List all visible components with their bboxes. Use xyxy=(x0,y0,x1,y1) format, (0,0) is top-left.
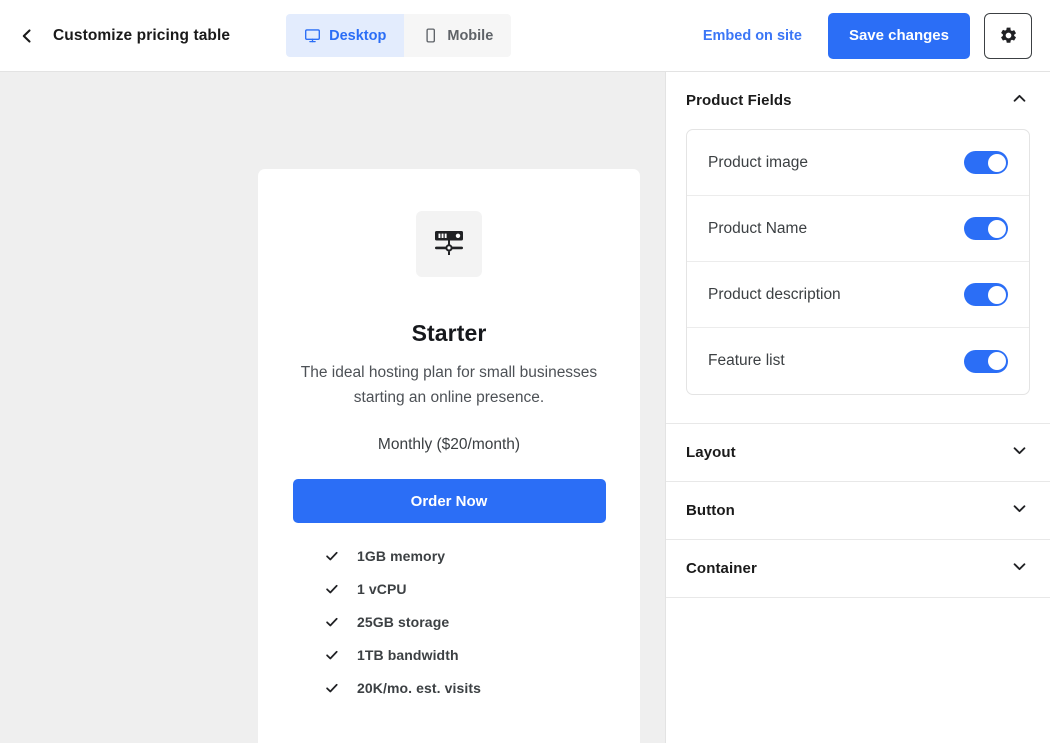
save-changes-button[interactable]: Save changes xyxy=(827,12,970,59)
gear-icon xyxy=(999,26,1018,45)
chevron-down-icon[interactable] xyxy=(1011,500,1028,522)
section-button: Button xyxy=(666,482,1050,540)
check-icon xyxy=(325,681,339,695)
feature-label: 1TB bandwidth xyxy=(357,647,459,663)
toggle-product-image[interactable] xyxy=(964,151,1008,174)
field-label: Product image xyxy=(708,153,808,171)
field-label: Product description xyxy=(708,285,841,303)
section-layout-header[interactable]: Layout xyxy=(666,424,1050,481)
feature-label: 1 vCPU xyxy=(357,581,407,597)
pricing-table-editor: Customize pricing table Desktop Mobile E… xyxy=(0,0,1050,743)
toggle-feature-list[interactable] xyxy=(964,349,1008,373)
toggle-knob xyxy=(987,285,1006,304)
check-icon xyxy=(325,615,339,629)
chevron-down-icon[interactable] xyxy=(1011,442,1028,464)
field-row-product-description: Product description xyxy=(687,262,1029,328)
field-label: Product Name xyxy=(708,219,808,237)
sidebar-empty-space xyxy=(666,598,1050,743)
product-price: Monthly ($20/month) xyxy=(377,436,521,453)
section-product-fields-header[interactable]: Product Fields xyxy=(666,72,1050,129)
section-container: Container xyxy=(666,540,1050,598)
field-label: Feature list xyxy=(708,352,785,369)
list-item: 1GB memory xyxy=(325,548,612,564)
feature-label: 20K/mo. est. visits xyxy=(357,680,482,696)
smartphone-icon xyxy=(422,27,439,44)
section-button-header[interactable]: Button xyxy=(666,482,1050,539)
list-item: 20K/mo. est. visits xyxy=(325,680,612,696)
back-button[interactable] xyxy=(12,21,42,51)
field-row-feature-list: Feature list xyxy=(687,328,1029,394)
check-icon xyxy=(325,582,339,596)
chevron-down-icon[interactable] xyxy=(1011,558,1028,580)
product-fields-group: Product image Product Name Product descr… xyxy=(686,129,1030,395)
editor-body: Starter The ideal hosting plan for small… xyxy=(0,72,1050,743)
toggle-product-description[interactable] xyxy=(964,283,1008,306)
section-title: Layout xyxy=(686,444,736,461)
embed-on-site-link[interactable]: Embed on site xyxy=(703,28,802,44)
preview-canvas: Starter The ideal hosting plan for small… xyxy=(0,72,665,743)
page-title: Customize pricing table xyxy=(53,26,231,44)
list-item: 25GB storage xyxy=(325,614,612,630)
server-hosting-icon xyxy=(431,229,467,259)
field-row-product-image: Product image xyxy=(687,130,1029,196)
check-icon xyxy=(325,648,339,662)
list-item: 1TB bandwidth xyxy=(325,647,612,663)
check-icon xyxy=(325,549,339,563)
toggle-product-name[interactable] xyxy=(964,217,1008,240)
header-actions: Embed on site Save changes xyxy=(703,12,1032,59)
monitor-icon xyxy=(304,27,321,44)
settings-sidebar: Product Fields Product image Product Nam… xyxy=(665,72,1050,743)
section-title: Button xyxy=(686,502,735,519)
list-item: 1 vCPU xyxy=(325,581,612,597)
tab-desktop-label: Desktop xyxy=(329,27,387,44)
product-image[interactable] xyxy=(416,211,482,277)
settings-button[interactable] xyxy=(984,12,1032,59)
toggle-knob xyxy=(987,219,1006,238)
section-title: Container xyxy=(686,560,757,577)
chevron-left-icon xyxy=(19,28,35,44)
tab-mobile-label: Mobile xyxy=(447,27,494,44)
product-description: The ideal hosting plan for small busines… xyxy=(300,364,598,406)
feature-list: 1GB memory 1 vCPU 25GB storage 1TB bandw… xyxy=(286,548,612,713)
field-row-product-name: Product Name xyxy=(687,196,1029,262)
toggle-knob xyxy=(987,153,1006,172)
section-product-fields-body: Product image Product Name Product descr… xyxy=(666,129,1050,423)
feature-label: 1GB memory xyxy=(357,548,446,564)
section-title: Product Fields xyxy=(686,92,792,109)
tab-mobile[interactable]: Mobile xyxy=(404,14,512,57)
order-now-button[interactable]: Order Now xyxy=(292,479,606,523)
feature-label: 25GB storage xyxy=(357,614,450,630)
toggle-knob xyxy=(987,352,1006,370)
pricing-card[interactable]: Starter The ideal hosting plan for small… xyxy=(258,169,640,743)
section-layout: Layout xyxy=(666,424,1050,482)
tab-desktop[interactable]: Desktop xyxy=(286,14,405,57)
device-preview-toggle: Desktop Mobile xyxy=(286,14,512,57)
product-name: Starter xyxy=(411,320,487,346)
app-header: Customize pricing table Desktop Mobile E… xyxy=(0,0,1050,72)
chevron-up-icon[interactable] xyxy=(1011,90,1028,112)
section-container-header[interactable]: Container xyxy=(666,540,1050,597)
section-product-fields: Product Fields Product image Product Nam… xyxy=(666,72,1050,424)
